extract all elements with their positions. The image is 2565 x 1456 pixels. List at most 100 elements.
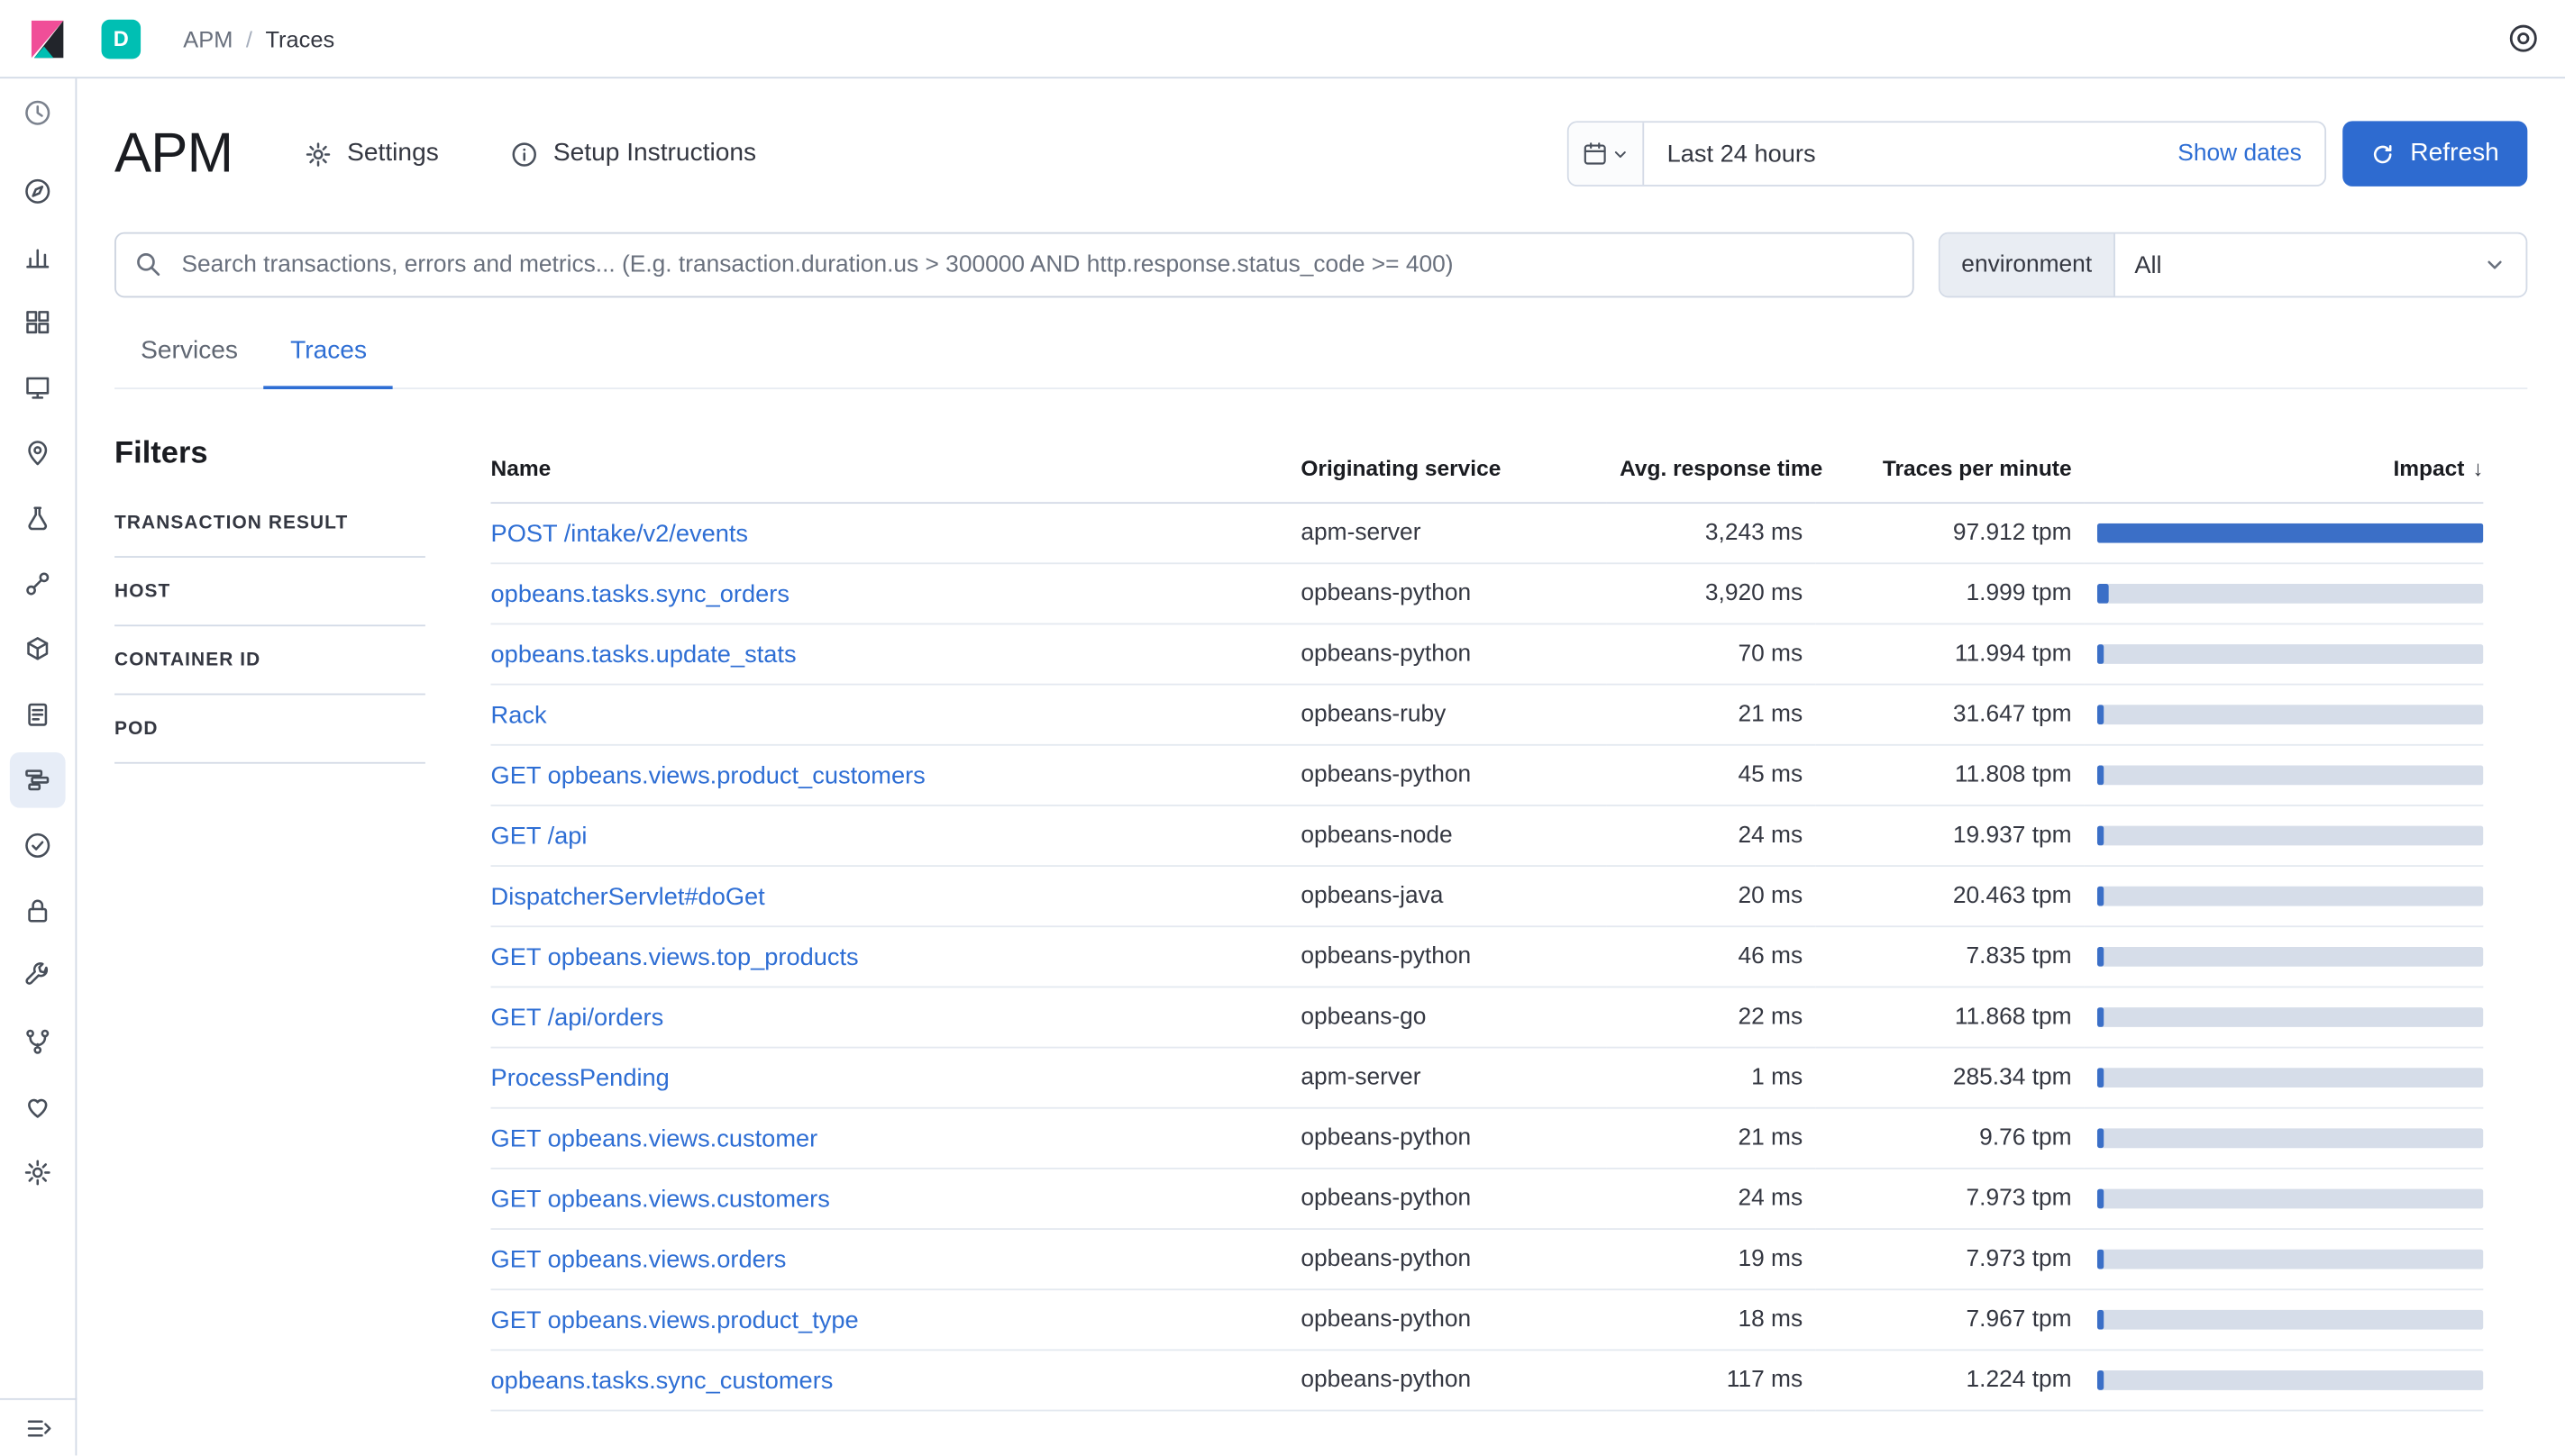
column-header-name[interactable]: Name <box>491 433 1288 503</box>
nav-maps-icon[interactable] <box>10 425 66 481</box>
sidebar-nav <box>10 85 66 1398</box>
user-menu-icon[interactable] <box>2508 23 2539 53</box>
trace-name-link[interactable]: POST /intake/v2/events <box>491 519 749 547</box>
refresh-button[interactable]: Refresh <box>2342 121 2527 187</box>
nav-graph-icon[interactable] <box>10 556 66 612</box>
gear-icon <box>305 140 333 168</box>
originating-service: opbeans-node <box>1288 805 1607 866</box>
trace-name-link[interactable]: DispatcherServlet#doGet <box>491 882 765 910</box>
originating-service: opbeans-python <box>1288 623 1607 684</box>
refresh-icon <box>2371 141 2396 166</box>
tab-traces[interactable]: Traces <box>264 327 393 389</box>
trace-name-link[interactable]: GET opbeans.views.top_products <box>491 942 859 970</box>
environment-filter: environment All <box>1939 232 2527 298</box>
filter-section-label: TRANSACTION RESULT <box>114 513 348 532</box>
trace-name-link[interactable]: GET opbeans.views.product_customers <box>491 761 926 789</box>
breadcrumb-apm[interactable]: APM <box>183 25 233 51</box>
nav-apm-icon[interactable] <box>10 752 66 808</box>
nav-logs-icon[interactable] <box>10 687 66 742</box>
traces-per-minute: 1.224 tpm <box>1816 1350 2085 1410</box>
originating-service: opbeans-java <box>1288 866 1607 926</box>
originating-service: opbeans-python <box>1288 1169 1607 1229</box>
avg-response-time: 18 ms <box>1607 1289 1816 1350</box>
trace-name-link[interactable]: GET opbeans.views.orders <box>491 1245 787 1273</box>
filter-section-label: HOST <box>114 581 170 601</box>
search-input[interactable] <box>114 232 1914 298</box>
trace-name-link[interactable]: opbeans.tasks.update_stats <box>491 641 797 669</box>
trace-name-link[interactable]: ProcessPending <box>491 1064 670 1092</box>
nav-metrics-icon[interactable] <box>10 622 66 678</box>
originating-service: apm-server <box>1288 1048 1607 1108</box>
column-header-impact[interactable]: Impact↓ <box>2085 433 2483 503</box>
trace-name-link[interactable]: GET /api/orders <box>491 1004 664 1032</box>
show-dates-link[interactable]: Show dates <box>2177 141 2302 167</box>
traces-per-minute: 9.76 tpm <box>1816 1108 2085 1169</box>
environment-select[interactable]: All <box>2115 234 2526 296</box>
main-content: APM Settings <box>77 78 2565 1455</box>
nav-uptime-icon[interactable] <box>10 818 66 874</box>
trace-name-link[interactable]: Rack <box>491 701 547 729</box>
nav-discover-icon[interactable] <box>10 164 66 220</box>
nav-management-icon[interactable] <box>10 1145 66 1201</box>
filter-section-container-id[interactable]: CONTAINER ID <box>114 626 425 695</box>
time-range-display[interactable]: Last 24 hours Show dates <box>1644 140 2324 168</box>
traces-per-minute: 7.967 tpm <box>1816 1289 2085 1350</box>
page-title: APM <box>114 122 233 186</box>
traces-table-body: POST /intake/v2/eventsapm-server3,243 ms… <box>491 503 2484 1410</box>
chevron-down-icon <box>1611 145 1629 163</box>
originating-service: opbeans-python <box>1288 1350 1607 1410</box>
setup-instructions-label: Setup Instructions <box>553 139 756 168</box>
nav-stack-monitoring-icon[interactable] <box>10 1079 66 1135</box>
trace-name-link[interactable]: opbeans.tasks.sync_orders <box>491 579 790 607</box>
kibana-apm-page: D APM / Traces <box>0 0 2565 1455</box>
column-header-originating-service[interactable]: Originating service <box>1288 433 1607 503</box>
traces-per-minute: 20.463 tpm <box>1816 866 2085 926</box>
table-row: opbeans.tasks.sync_ordersopbeans-python3… <box>491 563 2484 623</box>
filter-section-host[interactable]: HOST <box>114 558 425 626</box>
filter-section-transaction-result[interactable]: TRANSACTION RESULT <box>114 489 425 558</box>
nav-toggle-icon[interactable] <box>23 1415 51 1442</box>
tab-bar: ServicesTraces <box>114 327 2527 389</box>
impact-bar <box>2098 705 2484 724</box>
impact-bar <box>2098 1007 2484 1027</box>
trace-name-link[interactable]: GET /api <box>491 822 588 850</box>
trace-name-link[interactable]: opbeans.tasks.sync_customers <box>491 1367 834 1395</box>
breadcrumb-separator: / <box>246 25 252 51</box>
environment-value: All <box>2134 251 2161 279</box>
column-header-traces-per-minute[interactable]: Traces per minute <box>1816 433 2085 503</box>
traces-per-minute: 11.994 tpm <box>1816 623 2085 684</box>
table-row: GET opbeans.views.customers opbeans-pytho… <box>491 1169 2484 1229</box>
table-row: opbeans.tasks.update_stats opbeans-python… <box>491 623 2484 684</box>
impact-bar <box>2098 765 2484 785</box>
filter-section-pod[interactable]: POD <box>114 695 425 763</box>
impact-bar <box>2098 1068 2484 1087</box>
avg-response-time: 24 ms <box>1607 805 1816 866</box>
chevron-down-icon <box>2483 253 2506 276</box>
kibana-logo-icon[interactable] <box>26 17 68 59</box>
settings-label: Settings <box>347 139 439 168</box>
setup-instructions-link[interactable]: Setup Instructions <box>511 139 756 168</box>
trace-name-link[interactable]: GET opbeans.views.customers <box>491 1185 830 1213</box>
trace-name-link[interactable]: GET opbeans.views.product_type <box>491 1306 859 1333</box>
nav-fork-icon[interactable] <box>10 1014 66 1069</box>
nav-dev-tools-icon[interactable] <box>10 949 66 1005</box>
column-header-avg-response-time[interactable]: Avg. response time <box>1607 433 1816 503</box>
settings-link[interactable]: Settings <box>305 139 439 168</box>
nav-recently-viewed-icon[interactable] <box>10 85 66 141</box>
quick-select-button[interactable] <box>1569 123 1644 185</box>
impact-bar <box>2098 1250 2484 1269</box>
table-row: GET /api/ordersopbeans-go22 ms11.868 tpm <box>491 987 2484 1047</box>
avg-response-time: 1 ms <box>1607 1048 1816 1108</box>
avg-response-time: 70 ms <box>1607 623 1816 684</box>
trace-name-link[interactable]: GET opbeans.views.customer <box>491 1124 818 1152</box>
tab-services[interactable]: Services <box>114 327 264 389</box>
nav-visualize-icon[interactable] <box>10 229 66 285</box>
originating-service: apm-server <box>1288 503 1607 563</box>
breadcrumb-traces: Traces <box>265 25 334 51</box>
originating-service: opbeans-python <box>1288 1108 1607 1169</box>
nav-dashboard-icon[interactable] <box>10 295 66 350</box>
space-avatar[interactable]: D <box>102 19 141 59</box>
nav-machine-learning-icon[interactable] <box>10 491 66 547</box>
nav-canvas-icon[interactable] <box>10 359 66 415</box>
nav-security-icon[interactable] <box>10 883 66 939</box>
